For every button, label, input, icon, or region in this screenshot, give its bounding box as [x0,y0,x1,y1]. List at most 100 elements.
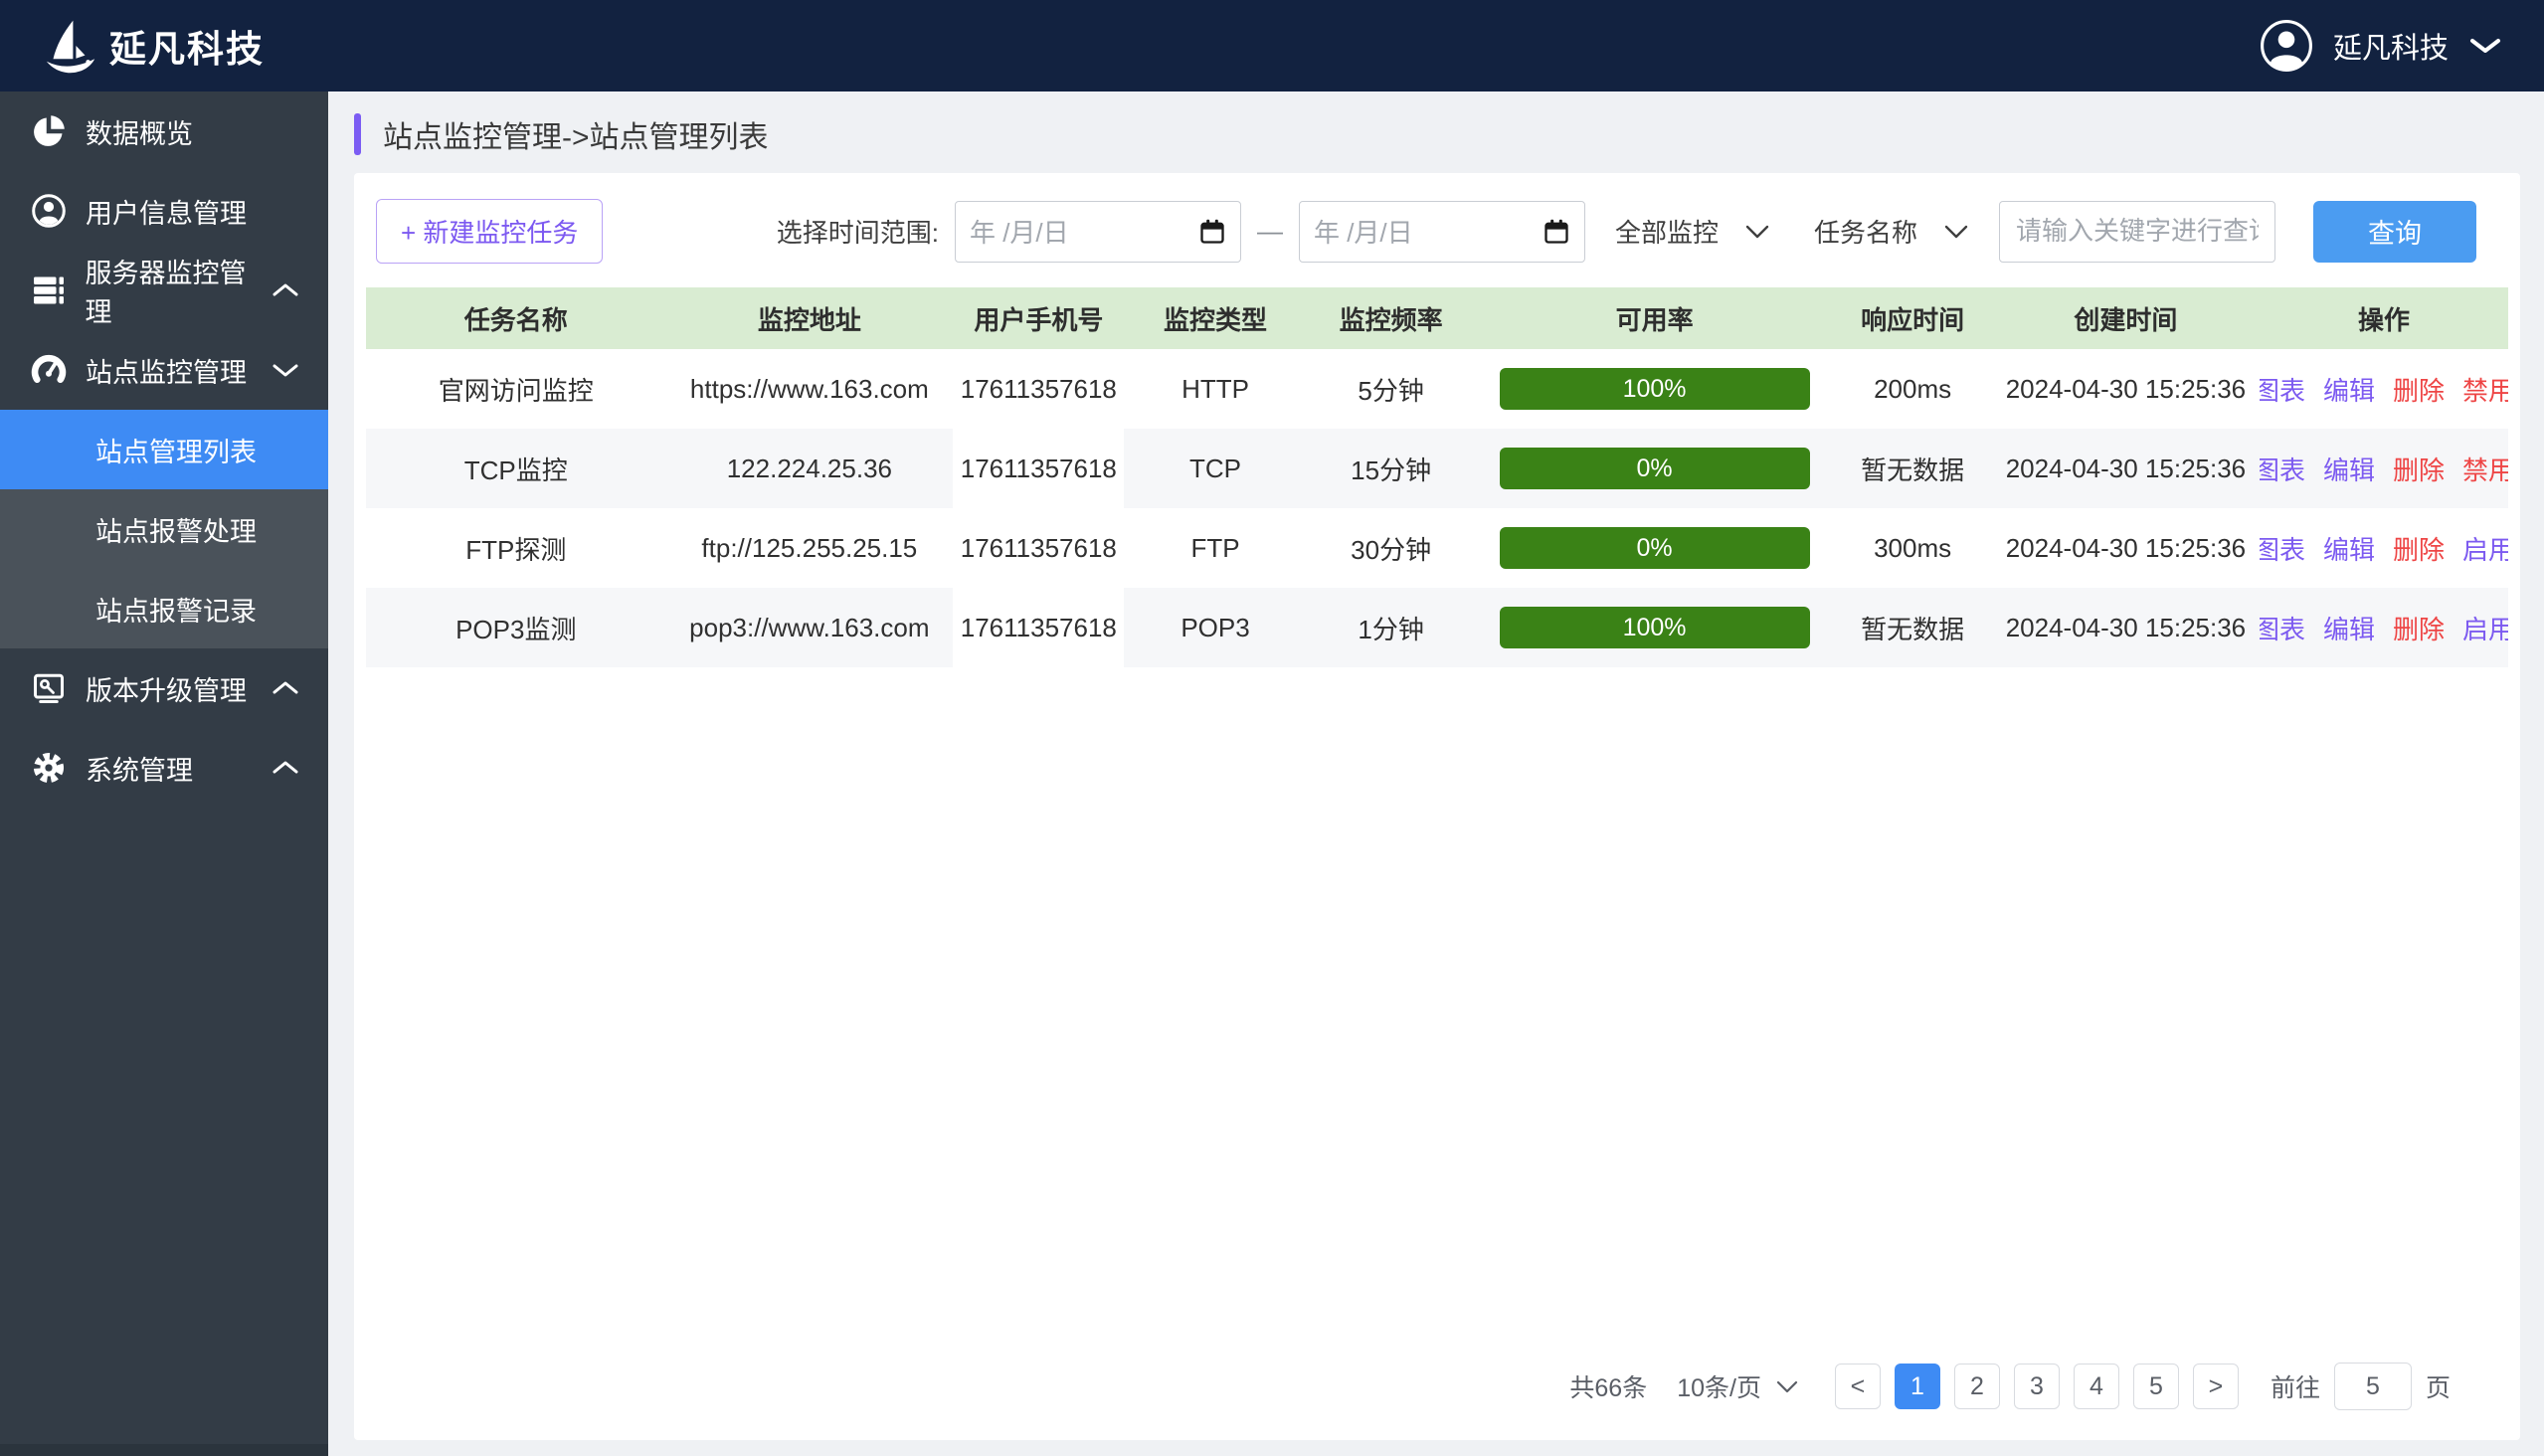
chevron-down-icon [271,361,300,379]
col-header-created: 创建时间 [1992,287,2260,349]
delete-link[interactable]: 删除 [2393,610,2445,646]
goto-suffix: 页 [2426,1368,2451,1404]
cell-phone: 17611357618 [953,429,1124,508]
pagination: 共66条 10条/页 < 1 2 3 4 5 > 前往 页 [354,1363,2520,1410]
edit-link[interactable]: 编辑 [2323,371,2375,408]
cell-url: 122.224.25.36 [666,429,954,508]
edit-link[interactable]: 编辑 [2323,530,2375,567]
toolbar: + 新建监控任务 选择时间范围: 年 /月/日 — 年 /月/日 [354,173,2520,273]
end-date-input[interactable]: 年 /月/日 [1299,201,1585,263]
sidebar-item-user-info[interactable]: 用户信息管理 [0,171,328,251]
cell-created: 2024-04-30 15:25:36 [1992,588,2260,667]
delete-link[interactable]: 删除 [2393,530,2445,567]
sidebar-subitem-alarm-handle[interactable]: 站点报警处理 [0,489,328,569]
keyword-search-input[interactable] [1999,201,2275,263]
col-header-type: 监控类型 [1124,287,1306,349]
sidebar-item-server-monitor[interactable]: 服务器监控管理 [0,251,328,330]
prev-page-button[interactable]: < [1835,1364,1881,1409]
cell-actions: 图表 编辑 删除 禁用 [2260,429,2508,508]
chevron-down-icon [1943,224,1969,240]
edit-link[interactable]: 编辑 [2323,610,2375,646]
chart-link[interactable]: 图表 [2260,610,2305,646]
disable-link[interactable]: 禁用 [2462,371,2508,408]
cell-phone: 17611357618 [953,349,1124,429]
delete-link[interactable]: 删除 [2393,371,2445,408]
next-page-button[interactable]: > [2193,1364,2239,1409]
chart-link[interactable]: 图表 [2260,530,2305,567]
edit-link[interactable]: 编辑 [2323,451,2375,487]
delete-link[interactable]: 删除 [2393,451,2445,487]
col-header-response: 响应时间 [1833,287,1991,349]
cell-url: ftp://125.255.25.15 [666,508,954,588]
gear-icon [28,749,70,787]
start-date-input[interactable]: 年 /月/日 [955,201,1241,263]
page-size-select[interactable]: 10条/页 [1677,1368,1799,1404]
cell-created: 2024-04-30 15:25:36 [1992,429,2260,508]
cell-response: 300ms [1833,508,1991,588]
sidebar-item-label: 版本升级管理 [86,669,247,708]
col-header-phone: 用户手机号 [953,287,1124,349]
cell-frequency: 1分钟 [1307,588,1476,667]
cell-task-name: TCP监控 [366,429,666,508]
cell-availability: 100% [1476,349,1834,429]
col-header-frequency: 监控频率 [1307,287,1476,349]
cell-url: pop3://www.163.com [666,588,954,667]
cell-type: FTP [1124,508,1306,588]
goto-page-input[interactable] [2334,1363,2412,1410]
chart-link[interactable]: 图表 [2260,371,2305,408]
monitor-task-table: 任务名称 监控地址 用户手机号 监控类型 监控频率 可用率 响应时间 创建时间 … [366,287,2508,667]
cell-availability: 100% [1476,588,1834,667]
content-card: + 新建监控任务 选择时间范围: 年 /月/日 — 年 /月/日 [354,173,2520,1440]
chart-link[interactable]: 图表 [2260,451,2305,487]
chevron-down-icon [1744,224,1770,240]
cell-phone: 17611357618 [953,588,1124,667]
sidebar-bottom-strip [0,1444,328,1456]
sidebar-item-label: 系统管理 [86,749,193,788]
site-monitor-submenu: 站点管理列表 站点报警处理 站点报警记录 [0,410,328,648]
calendar-icon [1198,218,1226,246]
sidebar-item-version-upgrade[interactable]: 版本升级管理 [0,648,328,728]
cell-availability: 0% [1476,508,1834,588]
chevron-up-icon [271,759,300,777]
sidebar-item-label: 服务器监控管理 [85,252,271,329]
top-header: 延凡科技 延凡科技 [0,0,2544,91]
subitem-label: 站点报警处理 [95,510,257,549]
col-header-actions: 操作 [2260,287,2508,349]
page-button-5[interactable]: 5 [2133,1364,2179,1409]
sidebar-subitem-site-list[interactable]: 站点管理列表 [0,410,328,489]
page-button-3[interactable]: 3 [2014,1364,2060,1409]
sidebar-item-system-manage[interactable]: 系统管理 [0,728,328,808]
page-size-value: 10条/页 [1677,1368,1761,1404]
cell-task-name: FTP探测 [366,508,666,588]
query-button[interactable]: 查询 [2313,201,2476,263]
enable-link[interactable]: 启用 [2462,610,2508,646]
sidebar-item-data-overview[interactable]: 数据概览 [0,91,328,171]
cell-url: https://www.163.com [666,349,954,429]
task-name-select[interactable]: 任务名称 [1800,213,1983,250]
page-button-1[interactable]: 1 [1895,1364,1940,1409]
breadcrumb-accent-bar [354,113,361,155]
server-icon [28,273,69,308]
user-menu[interactable]: 延凡科技 [2260,19,2502,73]
monitor-type-select[interactable]: 全部监控 [1601,213,1784,250]
breadcrumb: 站点监控管理->站点管理列表 [354,105,2520,163]
sidebar-item-site-monitor[interactable]: 站点监控管理 [0,330,328,410]
availability-bar: 0% [1500,527,1810,569]
chevron-up-icon [271,281,300,299]
table-row: 官网访问监控 https://www.163.com 17611357618 H… [366,349,2508,429]
table-row: TCP监控 122.224.25.36 17611357618 TCP 15分钟… [366,429,2508,508]
disable-link[interactable]: 禁用 [2462,451,2508,487]
availability-bar: 0% [1500,448,1810,489]
cell-task-name: POP3监测 [366,588,666,667]
sidebar-subitem-alarm-record[interactable]: 站点报警记录 [0,569,328,648]
select-value: 任务名称 [1814,213,1917,250]
page-button-4[interactable]: 4 [2074,1364,2119,1409]
version-upgrade-icon [28,670,70,706]
enable-link[interactable]: 启用 [2462,530,2508,567]
date-placeholder: 年 /月/日 [970,213,1069,250]
cell-frequency: 5分钟 [1307,349,1476,429]
page-button-2[interactable]: 2 [1954,1364,2000,1409]
sidebar-item-label: 数据概览 [86,112,193,151]
new-task-button[interactable]: + 新建监控任务 [376,199,603,264]
table-row: FTP探测 ftp://125.255.25.15 17611357618 FT… [366,508,2508,588]
